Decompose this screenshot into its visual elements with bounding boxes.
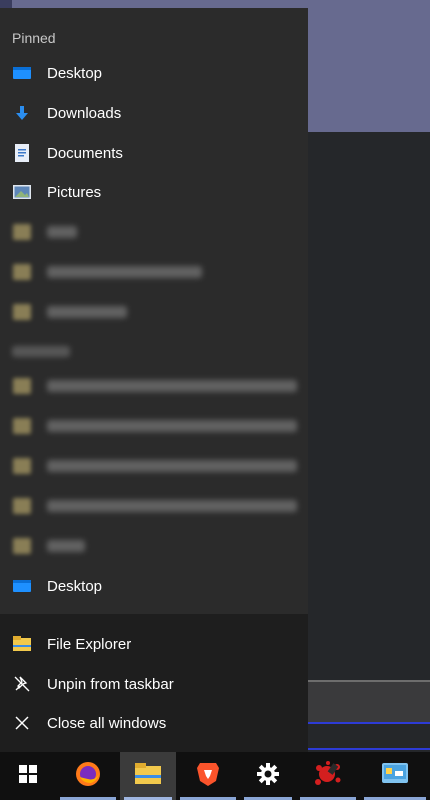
unpin-icon	[12, 674, 32, 694]
folder-icon	[12, 302, 32, 322]
obscured-text	[47, 500, 297, 512]
folder-icon	[12, 376, 32, 396]
jump-item-desktop[interactable]: Desktop	[0, 53, 308, 93]
desktop-folder-icon	[12, 63, 32, 83]
file-explorer-icon	[135, 762, 161, 790]
obscured-text	[47, 420, 297, 432]
windows-logo-icon	[19, 764, 37, 788]
background-toolbar	[308, 682, 430, 722]
action-label: File Explorer	[47, 635, 132, 653]
jump-item-desktop-recent[interactable]: Desktop	[0, 566, 308, 606]
jump-list-actions: File Explorer Unpin from taskbar Close a…	[0, 614, 308, 752]
action-label: Unpin from taskbar	[47, 675, 174, 693]
pinned-section-label: Pinned	[12, 30, 56, 46]
brave-icon	[196, 761, 220, 792]
jump-item-obscured[interactable]	[0, 486, 308, 526]
folder-icon	[12, 262, 32, 282]
taskbar-file-explorer[interactable]	[120, 752, 176, 800]
jump-item-label: Desktop	[47, 64, 103, 82]
folder-icon	[12, 456, 32, 476]
taskbar-app-red[interactable]	[296, 752, 360, 800]
jump-item-pictures[interactable]: Pictures	[0, 172, 308, 212]
start-button[interactable]	[0, 752, 56, 800]
jump-item-label: Downloads	[47, 104, 122, 122]
jump-item-obscured[interactable]	[0, 212, 308, 252]
obscured-text	[47, 266, 202, 278]
jump-item-obscured[interactable]	[0, 526, 308, 566]
jump-item-obscured[interactable]	[0, 446, 308, 486]
obscured-section-label	[12, 346, 70, 357]
folder-icon	[12, 536, 32, 556]
red-splatter-icon	[313, 760, 343, 793]
taskbar-firefox[interactable]	[56, 752, 120, 800]
pictures-icon	[12, 182, 32, 202]
jump-item-obscured[interactable]	[0, 366, 308, 406]
taskbar-brave[interactable]	[176, 752, 240, 800]
background-accent-line	[308, 722, 430, 724]
folder-icon	[12, 222, 32, 242]
firefox-icon	[75, 761, 101, 792]
obscured-text	[47, 306, 127, 318]
folder-icon	[12, 416, 32, 436]
downloads-arrow-icon	[12, 103, 32, 123]
jump-item-label: Desktop	[47, 577, 103, 595]
unpin-from-taskbar-button[interactable]: Unpin from taskbar	[0, 664, 308, 704]
control-panel-icon	[382, 762, 408, 790]
jump-item-obscured[interactable]	[0, 292, 308, 332]
file-explorer-icon	[12, 634, 32, 654]
action-label: Close all windows	[47, 714, 167, 732]
jump-item-documents[interactable]: Documents	[0, 133, 308, 173]
close-all-windows-button[interactable]: Close all windows	[0, 703, 308, 743]
background-accent-line	[308, 748, 430, 750]
jump-item-label: Pictures	[47, 183, 102, 201]
open-file-explorer-button[interactable]: File Explorer	[0, 624, 308, 664]
desktop-folder-icon	[12, 576, 32, 596]
folder-icon	[12, 496, 32, 516]
gear-icon	[257, 762, 279, 790]
obscured-text	[47, 540, 85, 552]
jump-item-downloads[interactable]: Downloads	[0, 93, 308, 133]
taskbar	[0, 752, 430, 800]
close-icon	[12, 713, 32, 733]
obscured-text	[47, 380, 297, 392]
jump-item-obscured[interactable]	[0, 252, 308, 292]
documents-icon	[12, 143, 32, 163]
obscured-text	[47, 460, 297, 472]
taskbar-settings[interactable]	[240, 752, 296, 800]
jump-item-obscured[interactable]	[0, 406, 308, 446]
jump-item-label: Documents	[47, 144, 123, 162]
taskbar-app-blue[interactable]	[360, 752, 430, 800]
obscured-text	[47, 226, 77, 238]
